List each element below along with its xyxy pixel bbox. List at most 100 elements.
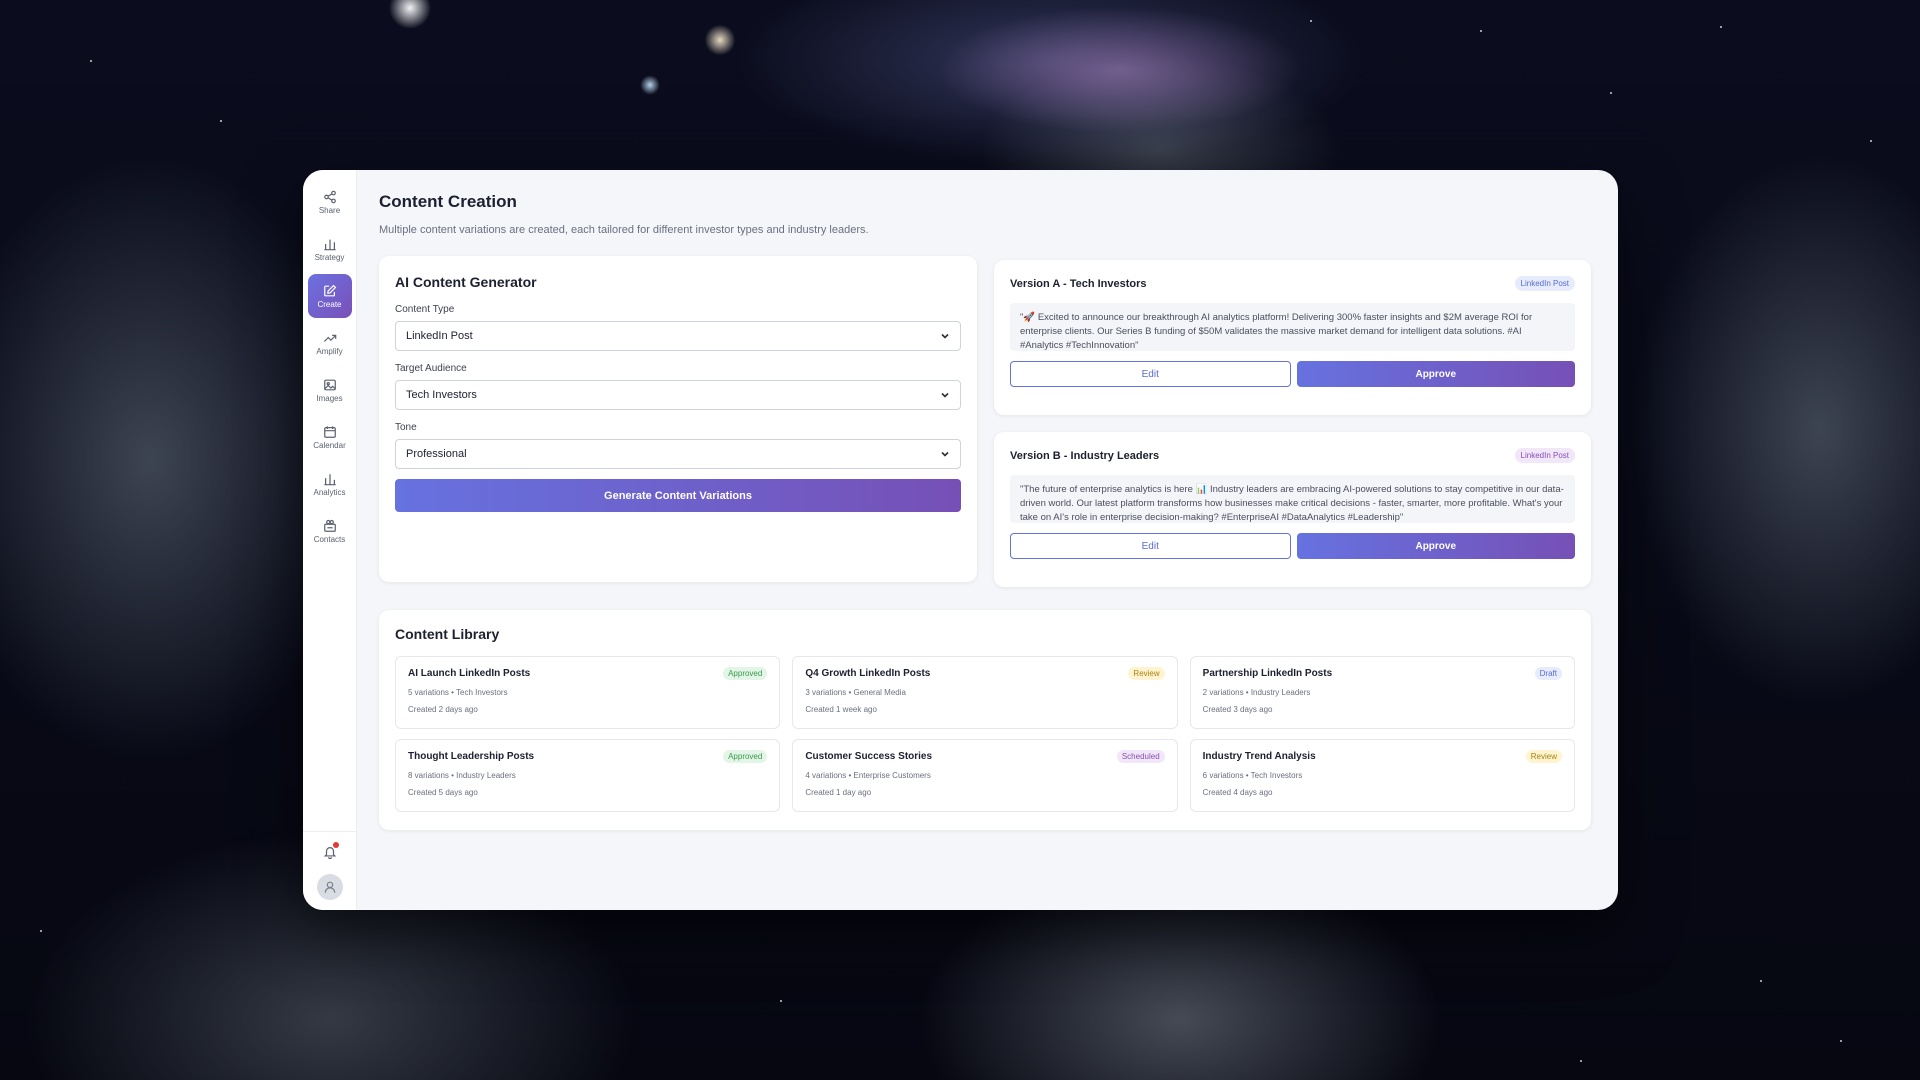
library-item-title: Q4 Growth LinkedIn Posts — [805, 668, 931, 679]
library-item-title: Thought Leadership Posts — [408, 751, 535, 762]
app-window: Share Strategy Create Amplify Images Cal… — [303, 170, 1618, 910]
platform-badge: LinkedIn Post — [1514, 276, 1575, 291]
sidebar-item-calendar[interactable]: Calendar — [308, 415, 352, 459]
version-a-text: "🚀 Excited to announce our breakthrough … — [1010, 303, 1575, 351]
library-item-date: Created 3 days ago — [1202, 705, 1273, 714]
sidebar-item-label: Calendar — [313, 440, 346, 450]
notification-dot — [332, 842, 339, 848]
library-item-header: Partnership LinkedIn Posts Draft — [1203, 667, 1562, 680]
chevron-down-icon — [941, 451, 949, 457]
content-library-grid: AI Launch LinkedIn Posts Approved 5 vari… — [395, 656, 1575, 812]
library-item-meta: 4 variations • Enterprise Customers — [805, 771, 931, 780]
version-a-title: Version A - Tech Investors — [1010, 277, 1147, 290]
chevron-down-icon — [941, 333, 949, 339]
share-icon — [323, 190, 336, 203]
sidebar-item-strategy[interactable]: Strategy — [308, 227, 352, 271]
status-badge: Draft — [1534, 667, 1562, 680]
content-type-label: Content Type — [395, 304, 455, 315]
version-b-card: Version B - Industry Leaders LinkedIn Po… — [994, 432, 1591, 587]
edit-icon — [323, 284, 336, 296]
status-badge: Approved — [723, 750, 768, 763]
page-subtitle: Multiple content variations are created,… — [379, 224, 869, 236]
status-badge: Review — [1128, 667, 1165, 680]
library-item-title: Industry Trend Analysis — [1202, 751, 1316, 762]
sidebar-item-analytics[interactable]: Analytics — [308, 462, 352, 506]
target-audience-value: Tech Investors — [406, 389, 477, 401]
calendar-icon — [323, 425, 336, 438]
version-a-actions: Edit Approve — [1010, 361, 1575, 387]
edit-button[interactable]: Edit — [1010, 361, 1291, 387]
version-b-actions: Edit Approve — [1010, 533, 1575, 559]
library-item-meta: 3 variations • General Media — [805, 688, 906, 697]
generate-content-button[interactable]: Generate Content Variations — [395, 479, 961, 512]
library-item-title: Customer Success Stories — [805, 751, 933, 762]
version-a-card: Version A - Tech Investors LinkedIn Post… — [994, 260, 1591, 415]
library-item-header: Customer Success Stories Scheduled — [805, 750, 1165, 763]
library-item-date: Created 1 day ago — [805, 788, 872, 797]
library-item-title: AI Launch LinkedIn Posts — [408, 668, 531, 679]
library-item-meta: 5 variations • Tech Investors — [408, 688, 508, 697]
library-item[interactable]: Industry Trend Analysis Review 6 variati… — [1189, 739, 1575, 812]
sidebar-item-amplify[interactable]: Amplify — [308, 321, 352, 365]
bar-chart-icon — [323, 239, 336, 250]
target-audience-select[interactable]: Tech Investors — [395, 380, 961, 410]
version-a-header: Version A - Tech Investors LinkedIn Post — [1010, 276, 1575, 291]
sidebar-item-share[interactable]: Share — [308, 180, 352, 224]
sidebar-item-label: Create — [317, 299, 342, 309]
version-b-text: "The future of enterprise analytics is h… — [1010, 475, 1575, 523]
content-type-select[interactable]: LinkedIn Post — [395, 321, 961, 351]
version-b-title: Version B - Industry Leaders — [1010, 449, 1160, 462]
status-badge: Scheduled — [1116, 750, 1165, 763]
library-item-header: Thought Leadership Posts Approved — [408, 750, 768, 763]
library-item-meta: 6 variations • Tech Investors — [1202, 771, 1303, 780]
chevron-down-icon — [941, 392, 949, 398]
sidebar-item-label: Amplify — [316, 346, 343, 356]
library-item[interactable]: Customer Success Stories Scheduled 4 var… — [792, 739, 1178, 812]
sidebar-item-label: Analytics — [313, 487, 346, 497]
sidebar-item-images[interactable]: Images — [308, 368, 352, 412]
content-library-card: Content Library AI Launch LinkedIn Posts… — [379, 610, 1591, 830]
sidebar: Share Strategy Create Amplify Images Cal… — [303, 170, 357, 910]
sidebar-item-label: Images — [316, 393, 343, 403]
user-icon — [324, 881, 335, 893]
library-item[interactable]: Partnership LinkedIn Posts Draft 2 varia… — [1189, 656, 1575, 729]
page-title: Content Creation — [379, 192, 517, 211]
status-badge: Review — [1525, 750, 1562, 763]
tone-label: Tone — [395, 422, 417, 433]
library-item-header: Industry Trend Analysis Review — [1203, 750, 1562, 763]
platform-badge: LinkedIn Post — [1514, 448, 1575, 463]
library-item-date: Created 5 days ago — [408, 788, 478, 797]
content-type-value: LinkedIn Post — [406, 330, 473, 342]
image-icon — [323, 379, 336, 390]
content-library-title: Content Library — [395, 626, 500, 642]
sidebar-item-label: Contacts — [313, 534, 346, 544]
sidebar-item-contacts[interactable]: Contacts — [308, 509, 352, 553]
target-audience-label: Target Audience — [395, 363, 467, 374]
main-content: Content Creation Multiple content variat… — [357, 170, 1618, 910]
library-item-header: AI Launch LinkedIn Posts Approved — [408, 667, 768, 680]
version-b-header: Version B - Industry Leaders LinkedIn Po… — [1010, 448, 1575, 463]
sidebar-item-create[interactable]: Create — [307, 274, 352, 318]
tone-value: Professional — [406, 448, 467, 460]
ai-content-generator-card: AI Content Generator Content Type Linked… — [379, 256, 977, 582]
library-item-header: Q4 Growth LinkedIn Posts Review — [805, 667, 1165, 680]
library-item-title: Partnership LinkedIn Posts — [1202, 668, 1333, 679]
contacts-icon — [323, 519, 336, 532]
library-item[interactable]: AI Launch LinkedIn Posts Approved 5 vari… — [395, 656, 781, 729]
generator-title: AI Content Generator — [395, 274, 537, 290]
library-item[interactable]: Q4 Growth LinkedIn Posts Review 3 variat… — [792, 656, 1178, 729]
tone-select[interactable]: Professional — [395, 439, 961, 469]
library-item-date: Created 4 days ago — [1202, 788, 1273, 797]
library-item-meta: 8 variations • Industry Leaders — [408, 771, 516, 780]
library-item-date: Created 2 days ago — [408, 705, 478, 714]
approve-button[interactable]: Approve — [1296, 361, 1575, 387]
library-item[interactable]: Thought Leadership Posts Approved 8 vari… — [395, 739, 781, 812]
edit-button[interactable]: Edit — [1010, 533, 1291, 559]
trending-up-icon — [323, 334, 336, 342]
avatar[interactable] — [316, 874, 343, 900]
approve-button[interactable]: Approve — [1296, 533, 1575, 559]
sidebar-footer — [303, 831, 356, 910]
notifications-button[interactable] — [320, 842, 340, 862]
sidebar-item-label: Share — [318, 205, 341, 215]
bar-chart-icon — [323, 473, 336, 485]
